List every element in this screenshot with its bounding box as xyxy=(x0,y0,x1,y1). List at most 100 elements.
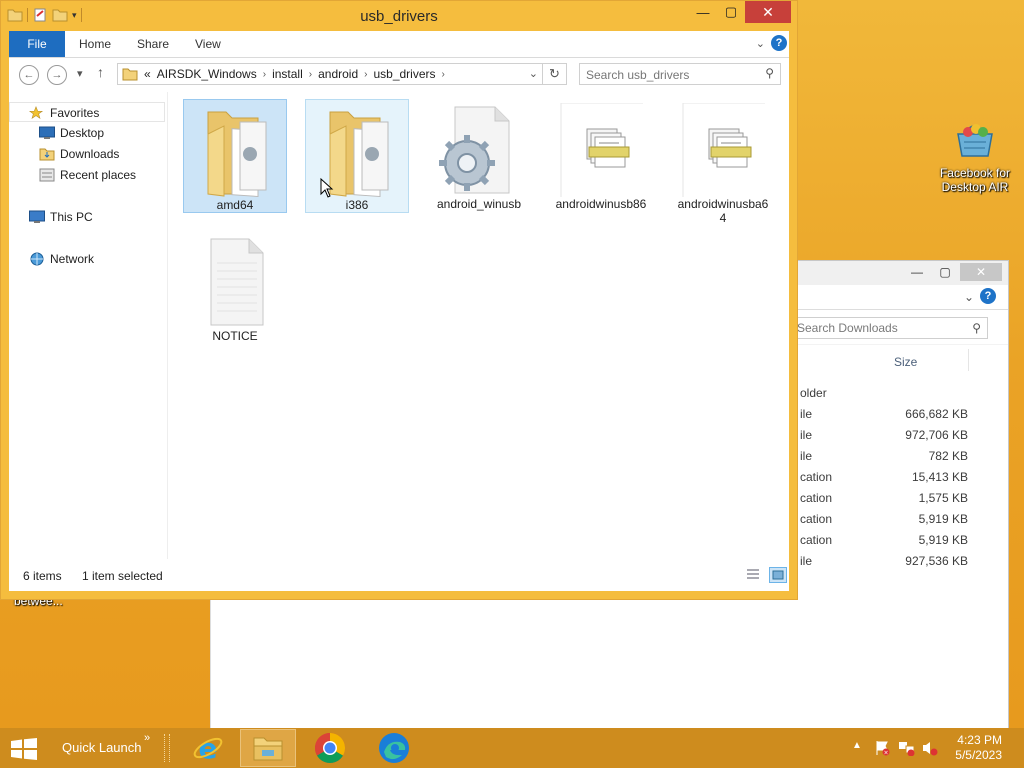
list-item[interactable]: cation 5,919 KB xyxy=(800,512,980,533)
clock-time: 4:23 PM xyxy=(957,733,1002,747)
downloads-search-input[interactable]: Search Downloads ⚲ xyxy=(794,317,988,339)
selection-count: 1 item selected xyxy=(82,569,163,583)
file-item-notice[interactable]: NOTICE xyxy=(183,231,287,345)
sidebar-item-label: Network xyxy=(50,252,95,266)
breadcrumb-separator-icon[interactable]: › xyxy=(364,69,367,80)
clock-date: 5/5/2023 xyxy=(955,748,1002,762)
folder-icon xyxy=(207,111,267,198)
desktop-icon xyxy=(39,126,55,139)
status-bar: 6 items 1 item selected xyxy=(9,559,789,591)
sidebar-item-downloads[interactable]: Downloads xyxy=(9,144,165,164)
volume-muted-icon[interactable] xyxy=(922,740,938,756)
address-dropdown-icon[interactable]: ⌄ xyxy=(529,67,538,80)
list-item[interactable]: ile 972,706 KB xyxy=(800,428,980,449)
search-icon[interactable]: ⚲ xyxy=(972,318,981,338)
close-button[interactable]: ✕ xyxy=(745,1,791,23)
address-bar[interactable]: « AIRSDK_Windows › install › android › u… xyxy=(117,63,543,85)
sidebar-item-network[interactable]: Network xyxy=(9,249,165,269)
sidebar-item-label: Downloads xyxy=(60,147,120,161)
desktop-icon-label: Facebook for Desktop AIR xyxy=(939,166,1011,194)
breadcrumb-item[interactable]: install xyxy=(272,67,303,81)
help-icon[interactable]: ? xyxy=(771,35,787,51)
search-icon[interactable]: ⚲ xyxy=(765,66,774,80)
window-titlebar[interactable]: ▾ usb_drivers — ▢ ✕ xyxy=(1,1,797,31)
list-item[interactable]: cation 5,919 KB xyxy=(800,533,980,554)
breadcrumb-item[interactable]: usb_drivers xyxy=(373,67,435,81)
large-icons-view-icon xyxy=(772,570,784,580)
file-item-i386[interactable]: i386 xyxy=(305,99,409,213)
item-count: 6 items xyxy=(23,569,62,583)
list-item[interactable]: cation 15,413 KB xyxy=(800,470,980,491)
close-button[interactable]: ✕ xyxy=(960,263,1002,281)
column-divider[interactable] xyxy=(968,349,969,371)
refresh-button[interactable]: ↻ xyxy=(543,63,567,85)
breadcrumb-separator-icon[interactable]: › xyxy=(442,69,445,80)
sidebar-item-desktop[interactable]: Desktop xyxy=(9,123,165,143)
column-header-size[interactable]: Size xyxy=(894,355,917,369)
file-item-android-winusb[interactable]: android_winusb xyxy=(427,99,531,213)
downloads-titlebar[interactable]: — ▢ ✕ xyxy=(788,261,1008,285)
file-name: NOTICE xyxy=(212,329,258,343)
expand-ribbon-icon[interactable]: ⌄ xyxy=(756,37,765,50)
maximize-button[interactable]: ▢ xyxy=(717,1,745,23)
file-name: androidwinusb86 xyxy=(555,197,647,211)
list-item[interactable]: older xyxy=(800,386,980,407)
desktop-icon-facebook[interactable]: Facebook for Desktop AIR xyxy=(936,116,1014,194)
minimize-button[interactable]: — xyxy=(904,263,930,281)
tab-view[interactable]: View xyxy=(195,31,221,57)
file-item-amd64[interactable]: amd64 xyxy=(183,99,287,213)
network-icon xyxy=(30,252,44,266)
search-box[interactable]: ⚲ xyxy=(579,63,781,85)
list-item[interactable]: cation 1,575 KB xyxy=(800,491,980,512)
tab-share[interactable]: Share xyxy=(137,31,169,57)
folder-icon xyxy=(122,68,138,81)
network-status-icon[interactable] xyxy=(898,740,916,756)
downloads-folder-icon xyxy=(39,148,55,161)
taskbar-clock[interactable]: 4:23 PM 5/5/2023 xyxy=(955,733,1002,763)
tab-file[interactable]: File xyxy=(9,31,65,57)
list-item[interactable]: ile 927,536 KB xyxy=(800,554,980,575)
sidebar-item-this-pc[interactable]: This PC xyxy=(9,207,165,227)
chevron-down-icon[interactable]: ⌄ xyxy=(964,290,974,304)
breadcrumb-overflow[interactable]: « xyxy=(144,67,151,81)
breadcrumb-item[interactable]: AIRSDK_Windows xyxy=(157,67,257,81)
list-item[interactable]: ile 782 KB xyxy=(800,449,980,470)
file-view[interactable]: amd64 i386 android_winusb androidwinusb8… xyxy=(169,92,789,559)
window-body: File Home Share View ⌄ ? ← → ▾ ↑ « AIRSD… xyxy=(9,31,789,591)
file-name: android_winusb xyxy=(436,197,522,211)
breadcrumb-separator-icon[interactable]: › xyxy=(309,69,312,80)
facebook-air-icon xyxy=(952,116,998,162)
file-name: amd64 xyxy=(216,198,254,212)
details-view-button[interactable] xyxy=(745,567,763,583)
recent-places-icon xyxy=(39,168,55,182)
sidebar-item-recent-places[interactable]: Recent places xyxy=(9,165,165,185)
background-window-area xyxy=(210,598,1001,728)
file-name: i386 xyxy=(345,198,369,212)
breadcrumb-item[interactable]: android xyxy=(318,67,358,81)
explorer-window[interactable]: ▾ usb_drivers — ▢ ✕ File Home Share View… xyxy=(0,0,798,600)
action-center-flag-icon[interactable]: × xyxy=(874,740,890,756)
maximize-button[interactable]: ▢ xyxy=(932,263,958,281)
sidebar-item-favorites[interactable]: Favorites xyxy=(9,102,165,122)
large-icons-view-button[interactable] xyxy=(769,567,787,583)
minimize-button[interactable]: — xyxy=(689,1,717,23)
up-button[interactable]: ↑ xyxy=(97,64,104,80)
forward-button[interactable]: → xyxy=(47,65,67,85)
breadcrumb-separator-icon[interactable]: › xyxy=(263,69,266,80)
mouse-cursor-icon xyxy=(320,178,334,198)
show-hidden-icons-button[interactable]: ▲ xyxy=(852,740,862,751)
list-item[interactable]: ile 666,682 KB xyxy=(800,407,980,428)
help-icon[interactable]: ? xyxy=(980,288,996,304)
settings-file-icon xyxy=(439,106,510,194)
svg-text:×: × xyxy=(883,750,888,757)
tab-home[interactable]: Home xyxy=(79,31,111,57)
file-item-androidwinusba64[interactable]: androidwinusba6 4 xyxy=(671,99,775,225)
recent-locations-icon[interactable]: ▾ xyxy=(77,67,83,80)
file-item-androidwinusb86[interactable]: androidwinusb86 xyxy=(549,99,653,213)
search-input[interactable] xyxy=(584,66,758,84)
window-title: usb_drivers xyxy=(360,8,438,25)
back-button[interactable]: ← xyxy=(19,65,39,85)
ribbon-tabs: File Home Share View ⌄ ? xyxy=(9,31,789,58)
computer-icon xyxy=(29,210,45,223)
sidebar-item-label: This PC xyxy=(50,210,93,224)
